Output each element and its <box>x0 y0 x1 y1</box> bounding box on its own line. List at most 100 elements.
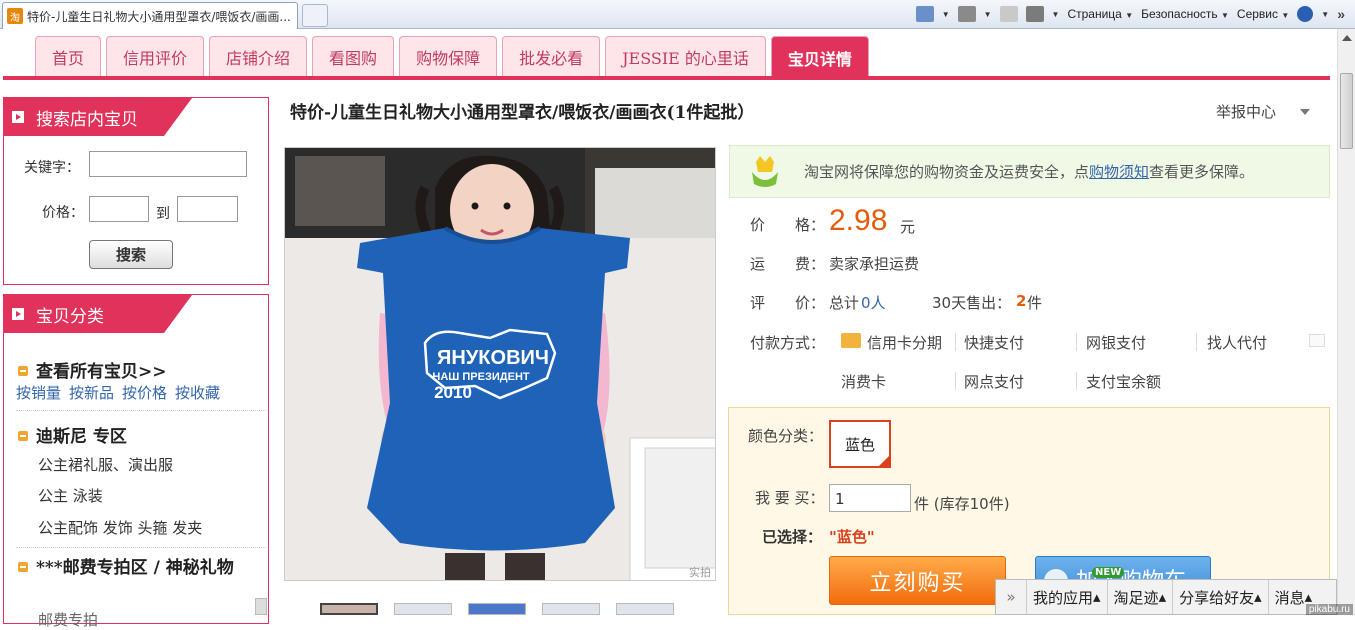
pay-method[interactable]: 快捷支付 <box>964 332 1024 353</box>
price-currency: 元 <box>900 216 915 237</box>
home-icon[interactable] <box>916 6 934 22</box>
new-tab-button[interactable] <box>302 4 328 27</box>
category-panel-title: 宝贝分类 <box>36 302 104 327</box>
menu-tools[interactable]: Сервис ▼ <box>1237 7 1289 21</box>
shop-search-panel: 搜索店内宝贝 关键字： 价格： 到 搜索 <box>3 97 269 285</box>
print-dropdown-icon[interactable]: ▼ <box>1052 10 1060 19</box>
chevron-more-icon[interactable]: » <box>1337 6 1345 22</box>
category-all[interactable]: 查看所有宝贝>> <box>18 357 167 382</box>
tab-shop-intro[interactable]: 店铺介绍 <box>209 36 307 76</box>
taobao-dock: » 我的应用▴ 淘足迹▴ 分享给好友▴ 消息▴ <box>995 579 1337 615</box>
feed-dropdown-icon[interactable]: ▼ <box>984 10 992 19</box>
dock-expand-icon[interactable]: » <box>996 580 1026 614</box>
tab-wholesale[interactable]: 批发必看 <box>502 36 600 76</box>
pay-method[interactable]: 网银支付 <box>1086 332 1146 353</box>
mail-icon[interactable] <box>1000 6 1018 22</box>
sort-by-new[interactable]: 按新品 <box>69 382 114 403</box>
apron-print-name: ЯНУКОВИЧ <box>437 347 549 369</box>
guarantee-text-start: 淘宝网将保障您的购物资金及运费安全，点 <box>804 161 1089 182</box>
sort-by-price[interactable]: 按价格 <box>122 382 167 403</box>
shop-nav: 首页 信用评价 店铺介绍 看图购 购物保障 批发必看 JESSIE 的心里话 宝… <box>35 36 869 78</box>
category-postage-label: ***邮费专拍区 / 神秘礼物 <box>36 558 234 578</box>
sort-by-sales[interactable]: 按销量 <box>16 382 61 403</box>
credit-card-icon <box>841 333 861 348</box>
guarantee-link[interactable]: 购物须知 <box>1089 161 1149 182</box>
thumbnail[interactable] <box>394 603 452 615</box>
keyword-input[interactable] <box>89 151 247 177</box>
category-all-label: 查看所有宝贝>> <box>36 362 167 382</box>
tab-item-details[interactable]: 宝贝详情 <box>771 36 869 78</box>
category-item[interactable]: 公主 泳装 <box>38 485 103 506</box>
help-icon[interactable] <box>1297 6 1313 22</box>
dock-share[interactable]: 分享给好友▴ <box>1172 580 1268 614</box>
color-label: 颜色分类： <box>748 425 823 446</box>
apron-print-subtitle: НАШ ПРЕЗИДЕНТ <box>432 371 529 383</box>
page-scrollbar[interactable] <box>1337 29 1355 615</box>
menu-security[interactable]: Безопасность ▼ <box>1141 7 1229 21</box>
thumbnail[interactable] <box>468 603 526 615</box>
dock-footprints[interactable]: 淘足迹▴ <box>1107 580 1173 614</box>
print-icon[interactable] <box>1026 6 1044 22</box>
product-photo[interactable]: ЯНУКОВИЧ НАШ ПРЕЗИДЕНТ 2010 实拍 <box>284 147 716 581</box>
report-center-label: 举报中心 <box>1216 101 1276 122</box>
category-disney-label: 迪斯尼 专区 <box>36 427 127 447</box>
selected-label: 已选择： <box>762 526 822 547</box>
search-button[interactable]: 搜索 <box>89 240 173 269</box>
quantity-input[interactable]: 1 <box>829 484 911 512</box>
menu-tools-label: Сервис <box>1237 7 1278 21</box>
tab-guarantee[interactable]: 购物保障 <box>399 36 497 76</box>
tab-jessie[interactable]: JESSIE 的心里话 <box>605 36 766 76</box>
pay-method[interactable]: 找人代付 <box>1207 332 1267 353</box>
price-max-input[interactable] <box>177 196 238 222</box>
rss-feed-icon[interactable] <box>958 6 976 22</box>
thumbnail[interactable] <box>542 603 600 615</box>
report-center[interactable]: 举报中心 <box>1216 101 1310 122</box>
new-badge: NEW <box>1092 567 1124 578</box>
dock-my-apps[interactable]: 我的应用▴ <box>1026 580 1107 614</box>
play-arrow-icon <box>12 308 24 320</box>
pay-method[interactable]: 支付宝余额 <box>1086 371 1161 392</box>
price-min-input[interactable] <box>89 196 149 222</box>
category-item[interactable]: 邮费专拍 <box>38 609 98 630</box>
scrollbar-thumb[interactable] <box>1340 73 1353 149</box>
pay-method[interactable]: 信用卡分期 <box>867 332 942 353</box>
category-postage[interactable]: ***邮费专拍区 / 神秘礼物 <box>18 557 263 580</box>
dock-footprints-label: 淘足迹 <box>1114 587 1159 608</box>
pay-method[interactable]: 网点支付 <box>964 371 1024 392</box>
color-option-blue[interactable]: 蓝色 <box>829 420 891 468</box>
category-item[interactable]: 公主配饰 发饰 头箍 发夹 <box>38 517 202 538</box>
dock-my-apps-label: 我的应用 <box>1033 587 1093 608</box>
tab-home[interactable]: 首页 <box>35 36 101 76</box>
review-count-link[interactable]: 0人 <box>861 292 886 313</box>
help-dropdown-icon[interactable]: ▼ <box>1321 10 1329 19</box>
tab-browse-pictures[interactable]: 看图购 <box>312 36 394 76</box>
watermark: pikabu.ru <box>1306 604 1353 615</box>
sort-by-favorites[interactable]: 按收藏 <box>175 382 220 403</box>
thumbnail[interactable] <box>320 603 378 615</box>
left-scrollbar[interactable] <box>255 598 267 615</box>
collapse-payment-icon[interactable] <box>1309 334 1325 347</box>
sort-links: 按销量 按新品 按价格 按收藏 <box>16 382 220 403</box>
taobao-favicon-icon: 淘 <box>7 8 23 24</box>
category-disney[interactable]: 迪斯尼 专区 <box>18 422 127 447</box>
thumbnail[interactable] <box>616 603 674 615</box>
color-option-label: 蓝色 <box>845 434 875 455</box>
dock-messages-label: 消息 <box>1275 587 1305 608</box>
sold-count: 2 <box>1016 292 1026 310</box>
scroll-up-icon[interactable] <box>1342 35 1352 41</box>
buy-now-button[interactable]: 立刻购买 <box>829 556 1006 605</box>
home-dropdown-icon[interactable]: ▼ <box>942 10 950 19</box>
pay-method[interactable]: 消费卡 <box>841 371 886 392</box>
review-label: 评 价： <box>750 292 825 313</box>
chevron-down-icon <box>1300 109 1310 115</box>
browser-tab-active[interactable]: 淘 特价-儿童生日礼物大小通用型罩衣/喂饭衣/画画... <box>2 2 298 29</box>
menu-page[interactable]: Страница ▼ <box>1067 7 1133 21</box>
tab-reviews[interactable]: 信用评价 <box>106 36 204 76</box>
product-photo-image: ЯНУКОВИЧ НАШ ПРЕЗИДЕНТ 2010 实拍 <box>285 148 716 581</box>
quantity-label: 我 要 买： <box>755 487 825 508</box>
category-item[interactable]: 公主裙礼服、演出服 <box>38 454 173 475</box>
guarantee-text-end: 查看更多保障。 <box>1149 161 1254 182</box>
collapse-icon <box>18 366 28 376</box>
shield-hands-icon <box>750 154 780 190</box>
selected-value: "蓝色" <box>829 526 875 547</box>
